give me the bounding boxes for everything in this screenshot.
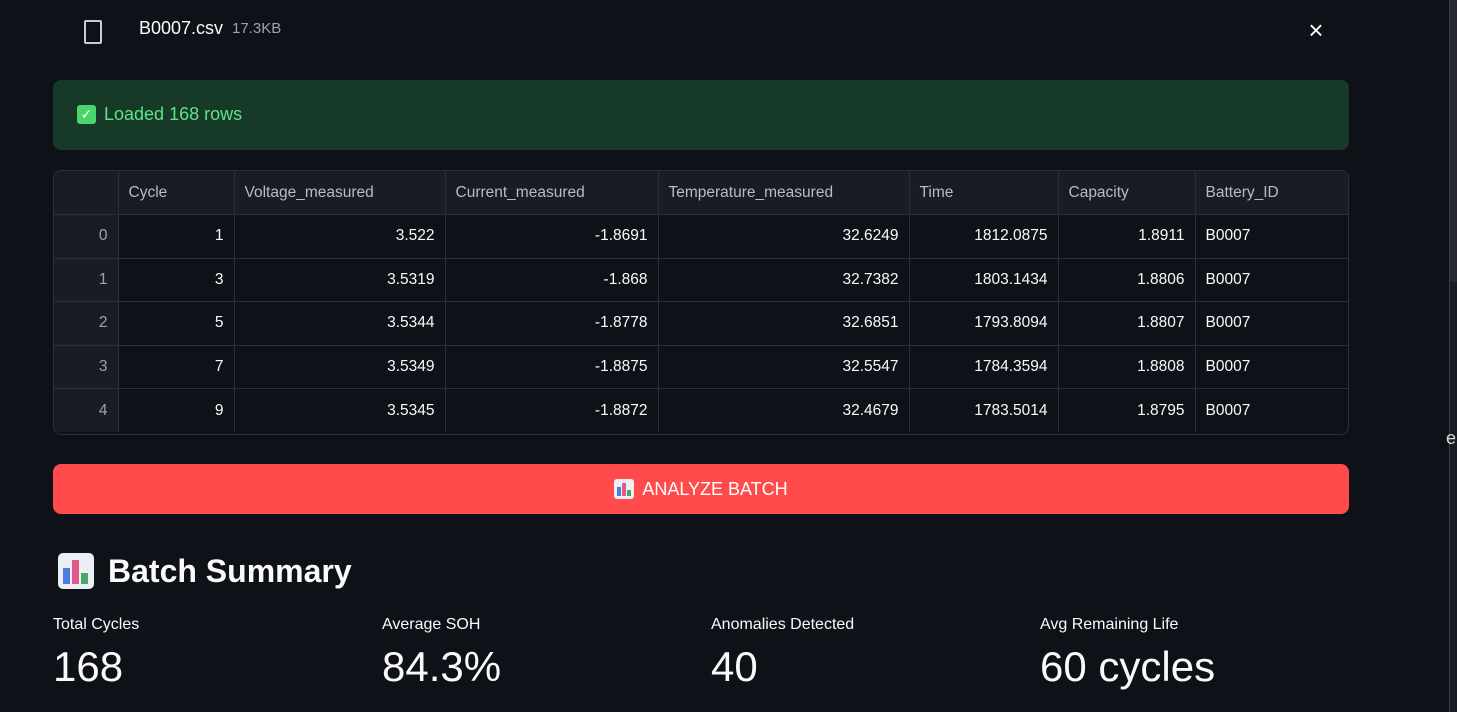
metric-label: Avg Remaining Life <box>1040 616 1179 633</box>
metric-average-soh: Average SOH 84.3% <box>382 616 682 690</box>
data-preview-table[interactable]: Cycle Voltage_measured Current_measured … <box>53 170 1349 435</box>
cell-voltage[interactable]: 3.5349 <box>234 345 446 389</box>
cell-current[interactable]: -1.8872 <box>445 388 659 432</box>
column-header-temperature[interactable]: Temperature_measured <box>658 171 910 215</box>
analyze-batch-label: ANALYZE BATCH <box>642 478 788 499</box>
metric-total-cycles: Total Cycles 168 <box>53 616 353 690</box>
bar-chart-icon <box>614 479 635 499</box>
row-index: 2 <box>54 301 119 346</box>
row-index: 3 <box>54 345 119 389</box>
file-icon <box>84 20 102 44</box>
remove-file-button[interactable]: × <box>1304 15 1328 45</box>
metric-value: 84.3% <box>382 643 502 690</box>
cell-current[interactable]: -1.8875 <box>445 345 659 389</box>
cell-temperature[interactable]: 32.6249 <box>658 214 910 259</box>
metric-label: Total Cycles <box>53 616 140 633</box>
table-row: 0 1 3.522 -1.8691 32.6249 1812.0875 1.89… <box>54 214 1348 259</box>
row-index: 1 <box>54 258 119 302</box>
cell-cycle[interactable]: 1 <box>118 214 235 259</box>
column-header-time[interactable]: Time <box>909 171 1059 215</box>
uploaded-file-row: B0007.csv 17.3KB × <box>80 12 1340 52</box>
cell-voltage[interactable]: 3.5344 <box>234 301 446 346</box>
cell-time[interactable]: 1784.3594 <box>909 345 1059 389</box>
column-header-capacity[interactable]: Capacity <box>1058 171 1196 215</box>
cell-voltage[interactable]: 3.5319 <box>234 258 446 302</box>
analyze-batch-button[interactable]: ANALYZE BATCH <box>53 464 1349 514</box>
cell-current[interactable]: -1.868 <box>445 258 659 302</box>
cell-time[interactable]: 1803.1434 <box>909 258 1059 302</box>
column-header-battery-id[interactable]: Battery_ID <box>1195 171 1348 215</box>
clipped-edge-text: e <box>1446 428 1457 448</box>
metric-value: 168 <box>53 643 124 690</box>
cell-current[interactable]: -1.8778 <box>445 301 659 346</box>
cell-cycle[interactable]: 5 <box>118 301 235 346</box>
cell-temperature[interactable]: 32.7382 <box>658 258 910 302</box>
file-size: 17.3KB <box>232 20 282 37</box>
table-row: 1 3 3.5319 -1.868 32.7382 1803.1434 1.88… <box>54 258 1348 302</box>
metric-value: 40 <box>711 643 758 690</box>
metric-value: 60 cycles <box>1040 643 1216 690</box>
table-row: 4 9 3.5345 -1.8872 32.4679 1783.5014 1.8… <box>54 388 1348 433</box>
table-row: 3 7 3.5349 -1.8875 32.5547 1784.3594 1.8… <box>54 345 1348 389</box>
close-icon: × <box>1308 15 1324 45</box>
table-row: 2 5 3.5344 -1.8778 32.6851 1793.8094 1.8… <box>54 301 1348 346</box>
cell-voltage[interactable]: 3.5345 <box>234 388 446 432</box>
row-index: 0 <box>54 214 119 259</box>
cell-voltage[interactable]: 3.522 <box>234 214 446 259</box>
metric-anomalies: Anomalies Detected 40 <box>711 616 1011 690</box>
success-message: Loaded 168 rows <box>104 104 243 124</box>
cell-temperature[interactable]: 32.6851 <box>658 301 910 346</box>
checkmark-icon: ✓ <box>77 105 96 124</box>
table-header-row: Cycle Voltage_measured Current_measured … <box>54 171 1348 215</box>
cell-temperature[interactable]: 32.4679 <box>658 388 910 432</box>
cell-time[interactable]: 1812.0875 <box>909 214 1059 259</box>
cell-time[interactable]: 1793.8094 <box>909 301 1059 346</box>
success-alert: ✓ Loaded 168 rows <box>53 80 1349 150</box>
summary-heading: Batch Summary <box>58 549 352 593</box>
bar-chart-icon <box>58 553 94 589</box>
cell-capacity[interactable]: 1.8808 <box>1058 345 1196 389</box>
cell-battery-id[interactable]: B0007 <box>1195 258 1348 302</box>
column-header-voltage[interactable]: Voltage_measured <box>234 171 446 215</box>
file-name: B0007.csv <box>139 18 224 38</box>
summary-title: Batch Summary <box>108 552 352 589</box>
column-header-cycle[interactable]: Cycle <box>118 171 235 215</box>
cell-cycle[interactable]: 3 <box>118 258 235 302</box>
column-header-index[interactable] <box>54 171 119 215</box>
cell-capacity[interactable]: 1.8911 <box>1058 214 1196 259</box>
cell-capacity[interactable]: 1.8795 <box>1058 388 1196 432</box>
cell-battery-id[interactable]: B0007 <box>1195 345 1348 389</box>
metric-remaining-life: Avg Remaining Life 60 cycles <box>1040 616 1340 690</box>
cell-battery-id[interactable]: B0007 <box>1195 214 1348 259</box>
row-index: 4 <box>54 388 119 432</box>
cell-capacity[interactable]: 1.8807 <box>1058 301 1196 346</box>
cell-battery-id[interactable]: B0007 <box>1195 301 1348 346</box>
metric-label: Anomalies Detected <box>711 616 855 633</box>
scrollbar-lower <box>1450 282 1457 712</box>
cell-time[interactable]: 1783.5014 <box>909 388 1059 432</box>
column-header-current[interactable]: Current_measured <box>445 171 659 215</box>
cell-temperature[interactable]: 32.5547 <box>658 345 910 389</box>
cell-capacity[interactable]: 1.8806 <box>1058 258 1196 302</box>
cell-cycle[interactable]: 7 <box>118 345 235 389</box>
cell-battery-id[interactable]: B0007 <box>1195 389 1348 433</box>
cell-current[interactable]: -1.8691 <box>445 214 659 259</box>
cell-cycle[interactable]: 9 <box>118 388 235 432</box>
metric-label: Average SOH <box>382 616 481 633</box>
